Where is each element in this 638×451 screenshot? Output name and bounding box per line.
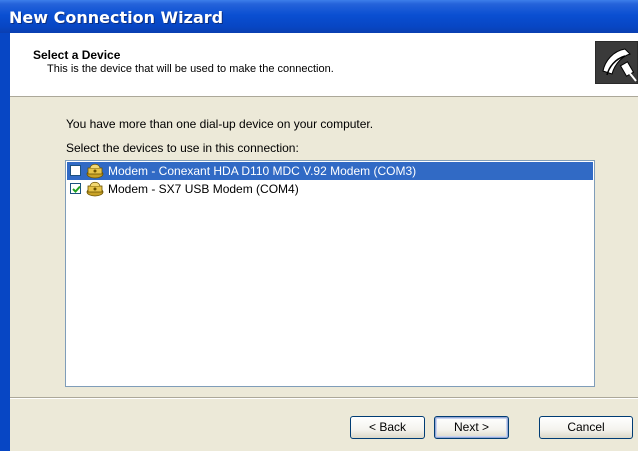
phone-connection-icon bbox=[595, 41, 638, 84]
device-item-sx7[interactable]: Modem - SX7 USB Modem (COM4) bbox=[67, 180, 593, 198]
device-checkbox[interactable] bbox=[70, 183, 81, 194]
page-subtitle: This is the device that will be used to … bbox=[47, 63, 334, 75]
device-label: Modem - Conexant HDA D110 MDC V.92 Modem… bbox=[108, 164, 417, 178]
next-button[interactable]: Next > bbox=[434, 416, 509, 439]
button-divider bbox=[10, 397, 638, 399]
device-list[interactable]: Modem - Conexant HDA D110 MDC V.92 Modem… bbox=[65, 160, 595, 387]
wizard-content: You have more than one dial-up device on… bbox=[10, 97, 638, 397]
window-title: New Connection Wizard bbox=[9, 8, 224, 27]
wizard-window: New Connection Wizard Select a Device Th… bbox=[0, 0, 638, 451]
cancel-button[interactable]: Cancel bbox=[539, 416, 633, 439]
device-label: Modem - SX7 USB Modem (COM4) bbox=[108, 182, 299, 196]
modem-icon bbox=[86, 181, 104, 197]
window-left-border bbox=[0, 33, 10, 451]
device-item-conexant[interactable]: Modem - Conexant HDA D110 MDC V.92 Modem… bbox=[67, 162, 593, 180]
title-bar[interactable]: New Connection Wizard bbox=[0, 0, 638, 33]
back-button[interactable]: < Back bbox=[350, 416, 425, 439]
device-checkbox[interactable] bbox=[70, 165, 81, 176]
page-title: Select a Device bbox=[33, 48, 121, 62]
instruction-text: Select the devices to use in this connec… bbox=[66, 141, 299, 155]
modem-icon bbox=[86, 163, 104, 179]
wizard-header: Select a Device This is the device that … bbox=[10, 33, 638, 97]
checkmark-icon bbox=[72, 185, 81, 193]
intro-text: You have more than one dial-up device on… bbox=[66, 117, 374, 131]
